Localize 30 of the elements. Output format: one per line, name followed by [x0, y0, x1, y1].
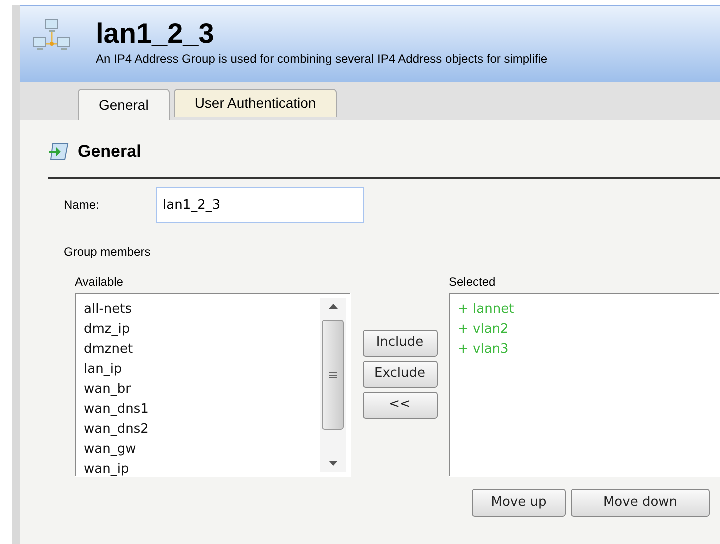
list-item[interactable]: wan_br	[84, 380, 320, 400]
scroll-down-icon[interactable]	[328, 461, 338, 466]
name-field[interactable]: lan1_2_3	[156, 187, 364, 223]
section-title: General	[78, 141, 142, 164]
available-list[interactable]: all-nets dmz_ip dmznet lan_ip wan_br wan_dns1 wan_dns2 wan_gw wan_ip	[75, 293, 351, 477]
order-button[interactable]: Move down	[571, 489, 710, 517]
page-description: An IP4 Address Group is used for combining several IP4 Address objects for simplifie	[96, 51, 548, 68]
list-item[interactable]: lan_ip	[84, 360, 320, 380]
list-item[interactable]: wan_gw	[84, 440, 320, 460]
list-label: Selected	[449, 275, 497, 289]
field-label: Name:	[64, 197, 100, 214]
transfer-button[interactable]: <<	[362, 392, 438, 418]
scroll-up-icon[interactable]	[328, 304, 338, 309]
list-item[interactable]: wan_dns2	[84, 420, 320, 440]
entry-icon	[48, 142, 70, 162]
tab[interactable]: General	[78, 89, 170, 120]
list-item[interactable]: all-nets	[84, 300, 320, 320]
list-item[interactable]: wan_ip	[84, 460, 320, 480]
list-label: Available	[75, 275, 124, 289]
list-item[interactable]: wan_dns1	[84, 400, 320, 420]
order-button[interactable]: Move up	[472, 489, 566, 517]
scrollbar[interactable]	[320, 298, 346, 472]
list-item[interactable]: dmz_ip	[84, 320, 320, 340]
group-label: Group members	[64, 244, 152, 261]
transfer-button[interactable]: Include	[362, 330, 438, 356]
grip-icon	[329, 372, 337, 378]
tab[interactable]: User Authentication	[174, 89, 338, 117]
page-title: lan1_2_3	[96, 18, 216, 50]
list-item[interactable]: dmznet	[84, 340, 320, 360]
transfer-button[interactable]: Exclude	[362, 360, 438, 388]
